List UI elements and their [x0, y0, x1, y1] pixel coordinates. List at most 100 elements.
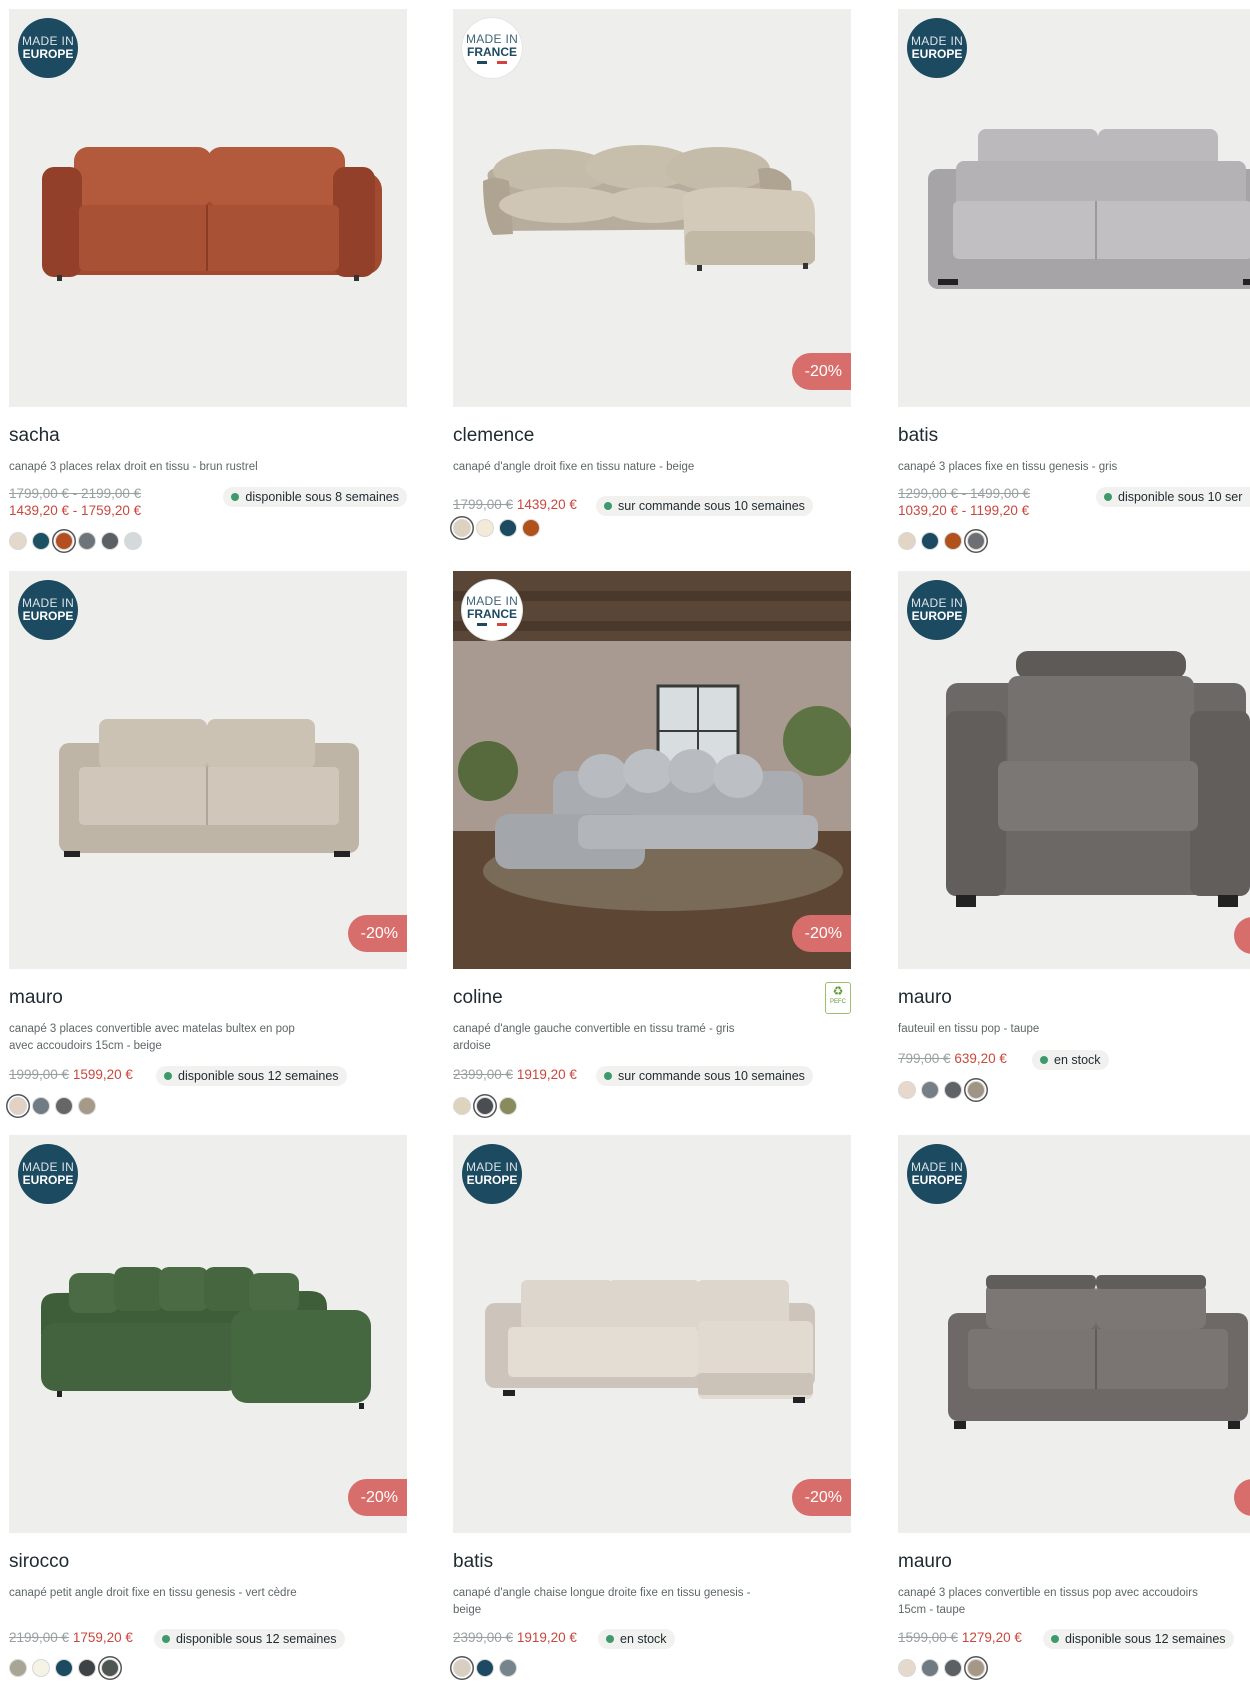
color-swatch[interactable] — [55, 1097, 73, 1115]
pefc-label-icon: ♻ PEFC — [825, 982, 851, 1014]
color-swatch[interactable] — [967, 1081, 985, 1099]
stock-status-badge: disponible sous 8 semaines — [223, 487, 407, 507]
color-swatch[interactable] — [921, 532, 939, 550]
color-swatches — [453, 1659, 517, 1677]
price-block: 1799,00 € 1439,20 € — [453, 496, 577, 513]
product-name[interactable]: batis — [453, 1551, 493, 1573]
color-swatch[interactable] — [55, 532, 73, 550]
product-description: canapé 3 places relax droit en tissu - b… — [9, 461, 258, 473]
color-swatch[interactable] — [9, 532, 27, 550]
color-swatch[interactable] — [476, 1659, 494, 1677]
product-image[interactable]: MADE IN EUROPE — [898, 9, 1250, 407]
color-swatch[interactable] — [967, 532, 985, 550]
old-price: 799,00 € — [898, 1051, 951, 1066]
color-swatches — [453, 1097, 517, 1115]
product-card[interactable]: MADE IN EUROPE -20% sirocco canapé petit … — [9, 1135, 407, 1677]
color-swatch[interactable] — [78, 1659, 96, 1677]
stock-dot-icon — [1040, 1056, 1048, 1064]
new-price: 639,20 € — [954, 1051, 1007, 1066]
color-swatch[interactable] — [78, 1097, 96, 1115]
product-name[interactable]: clemence — [453, 425, 534, 447]
stock-status-badge: en stock — [598, 1629, 675, 1649]
price-block: 1599,00 € 1279,20 € — [898, 1629, 1022, 1646]
new-price: 1919,20 € — [516, 1067, 577, 1082]
color-swatch[interactable] — [921, 1081, 939, 1099]
product-image[interactable]: MADE IN FRANCE -20% — [453, 9, 851, 407]
old-price: 1599,00 € — [898, 1630, 959, 1645]
color-swatch[interactable] — [9, 1097, 27, 1115]
price-block: 1799,00 € - 2199,00 € 1439,20 € - 1759,2… — [9, 485, 141, 519]
color-swatches — [898, 1659, 985, 1677]
product-image[interactable]: MADE IN EUROPE -20% — [9, 1135, 407, 1533]
stock-dot-icon — [604, 502, 612, 510]
stock-dot-icon — [604, 1072, 612, 1080]
color-swatch[interactable] — [967, 1659, 985, 1677]
product-name[interactable]: batis — [898, 425, 938, 447]
color-swatch[interactable] — [453, 519, 471, 537]
color-swatch[interactable] — [101, 532, 119, 550]
product-card[interactable]: MADE IN EUROPE batis canapé 3 places fixe… — [898, 9, 1250, 550]
product-description: canapé 3 places convertible avec matelas… — [9, 1023, 295, 1052]
color-swatch[interactable] — [499, 1097, 517, 1115]
product-card[interactable]: MADE IN FRANCE -20% clemence canapé d'ang… — [453, 9, 851, 537]
color-swatch[interactable] — [522, 519, 540, 537]
product-card[interactable]: MADE IN FRANCE -20% coline ♻ PEFC canapé d… — [453, 571, 851, 1115]
stock-dot-icon — [1051, 1635, 1059, 1643]
color-swatch[interactable] — [101, 1659, 119, 1677]
discount-badge: -20% — [791, 353, 851, 390]
product-name[interactable]: mauro — [9, 987, 63, 1009]
product-name[interactable]: mauro — [898, 987, 952, 1009]
old-price: 1299,00 € - 1499,00 € — [898, 486, 1031, 501]
product-card[interactable]: MADE IN EUROPE -20% mauro canapé 3 places… — [9, 571, 407, 1115]
made-in-europe-badge: MADE IN EUROPE — [18, 580, 78, 640]
product-image[interactable]: MADE IN FRANCE -20% — [453, 571, 851, 969]
discount-badge: -20% — [791, 1479, 851, 1516]
color-swatch[interactable] — [55, 1659, 73, 1677]
product-image[interactable]: MADE IN EUROPE — [898, 571, 1250, 969]
new-price: 1919,20 € — [516, 1630, 577, 1645]
color-swatch[interactable] — [453, 1097, 471, 1115]
color-swatch[interactable] — [898, 532, 916, 550]
color-swatch[interactable] — [476, 1097, 494, 1115]
new-price: 1439,20 € - 1759,20 € — [9, 503, 142, 518]
product-image[interactable]: MADE IN EUROPE -20% — [453, 1135, 851, 1533]
color-swatch[interactable] — [944, 532, 962, 550]
color-swatch[interactable] — [453, 1659, 471, 1677]
product-image[interactable]: MADE IN EUROPE — [9, 9, 407, 407]
product-image[interactable]: MADE IN EUROPE — [898, 1135, 1250, 1533]
color-swatches — [898, 1081, 985, 1099]
new-price: 1439,20 € — [516, 497, 577, 512]
product-name[interactable]: sacha — [9, 425, 60, 447]
made-in-europe-badge: MADE IN EUROPE — [907, 18, 967, 78]
color-swatch[interactable] — [124, 532, 142, 550]
product-card[interactable]: MADE IN EUROPE -20% batis canapé d'angle … — [453, 1135, 851, 1677]
color-swatch[interactable] — [944, 1081, 962, 1099]
color-swatch[interactable] — [921, 1659, 939, 1677]
color-swatch[interactable] — [32, 1659, 50, 1677]
product-card[interactable]: MADE IN EUROPE sacha canapé 3 places rela… — [9, 9, 407, 550]
product-name[interactable]: mauro — [898, 1551, 952, 1573]
color-swatch[interactable] — [32, 532, 50, 550]
product-card[interactable]: MADE IN EUROPE mauro fauteuil en tissu po… — [898, 571, 1250, 1099]
price-block: 2399,00 € 1919,20 € — [453, 1066, 577, 1083]
color-swatch[interactable] — [9, 1659, 27, 1677]
color-swatch[interactable] — [32, 1097, 50, 1115]
color-swatch[interactable] — [898, 1081, 916, 1099]
made-in-europe-badge: MADE IN EUROPE — [907, 1144, 967, 1204]
product-image[interactable]: MADE IN EUROPE -20% — [9, 571, 407, 969]
new-price: 1279,20 € — [961, 1630, 1022, 1645]
color-swatch[interactable] — [499, 1659, 517, 1677]
color-swatch[interactable] — [476, 519, 494, 537]
product-card[interactable]: MADE IN EUROPE mauro canapé 3 places conv… — [898, 1135, 1250, 1677]
made-in-france-badge: MADE IN FRANCE — [462, 580, 522, 640]
color-swatch[interactable] — [78, 532, 96, 550]
color-swatches — [9, 1097, 96, 1115]
color-swatch[interactable] — [944, 1659, 962, 1677]
made-in-europe-badge: MADE IN EUROPE — [18, 18, 78, 78]
price-block: 1999,00 € 1599,20 € — [9, 1066, 133, 1083]
product-name[interactable]: sirocco — [9, 1551, 69, 1573]
new-price: 1759,20 € — [72, 1630, 133, 1645]
color-swatch[interactable] — [898, 1659, 916, 1677]
product-name[interactable]: coline — [453, 987, 503, 1009]
color-swatch[interactable] — [499, 519, 517, 537]
